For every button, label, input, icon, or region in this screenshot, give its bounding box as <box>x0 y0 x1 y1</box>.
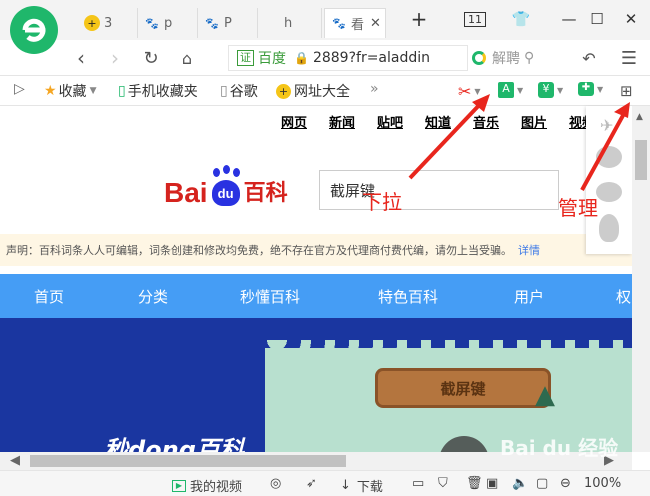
download-icon: ↓ <box>340 478 351 493</box>
shield-icon[interactable]: ⛉ <box>438 476 448 491</box>
browser-logo[interactable] <box>10 6 58 54</box>
zoom-level[interactable]: 100% <box>584 476 621 491</box>
window-icon[interactable]: ▭ <box>412 476 424 491</box>
zoom-out-icon[interactable]: ⊖ <box>560 476 571 491</box>
rocket-icon[interactable]: ➶ <box>306 476 317 491</box>
sound-icon[interactable]: 🔈 <box>512 476 528 491</box>
trash-icon[interactable]: 🗑 <box>466 476 483 491</box>
speed-icon[interactable]: ◎ <box>270 476 281 491</box>
layout-icon[interactable]: ▣ <box>486 476 498 491</box>
annotation-dropdown: 下拉 <box>362 190 402 214</box>
download-button[interactable]: ↓ 下载 <box>340 476 383 495</box>
e-logo-icon <box>22 18 46 42</box>
download-label: 下载 <box>356 480 383 495</box>
screen-icon[interactable]: ▢ <box>536 476 548 491</box>
browser-window: + 3 🐾 p 🐾 P h 🐾 看 ✕ + 11 👕 — ☐ ✕ ‹ › ↻ ⌂… <box>0 0 650 496</box>
dropdown-arrow <box>408 98 486 180</box>
annotation-arrows <box>408 94 630 191</box>
manage-arrow <box>580 109 628 191</box>
status-bar: ▶ 我的视频 ◎ ➶ ↓ 下载 ▭ ⛉ 🗑 ▣ 🔈 ▢ ⊖ 100% <box>0 470 650 496</box>
video-label: 我的视频 <box>190 480 243 495</box>
my-videos-button[interactable]: ▶ 我的视频 <box>172 476 242 495</box>
annotation-manage: 管理 <box>558 196 598 220</box>
video-icon: ▶ <box>172 479 186 492</box>
